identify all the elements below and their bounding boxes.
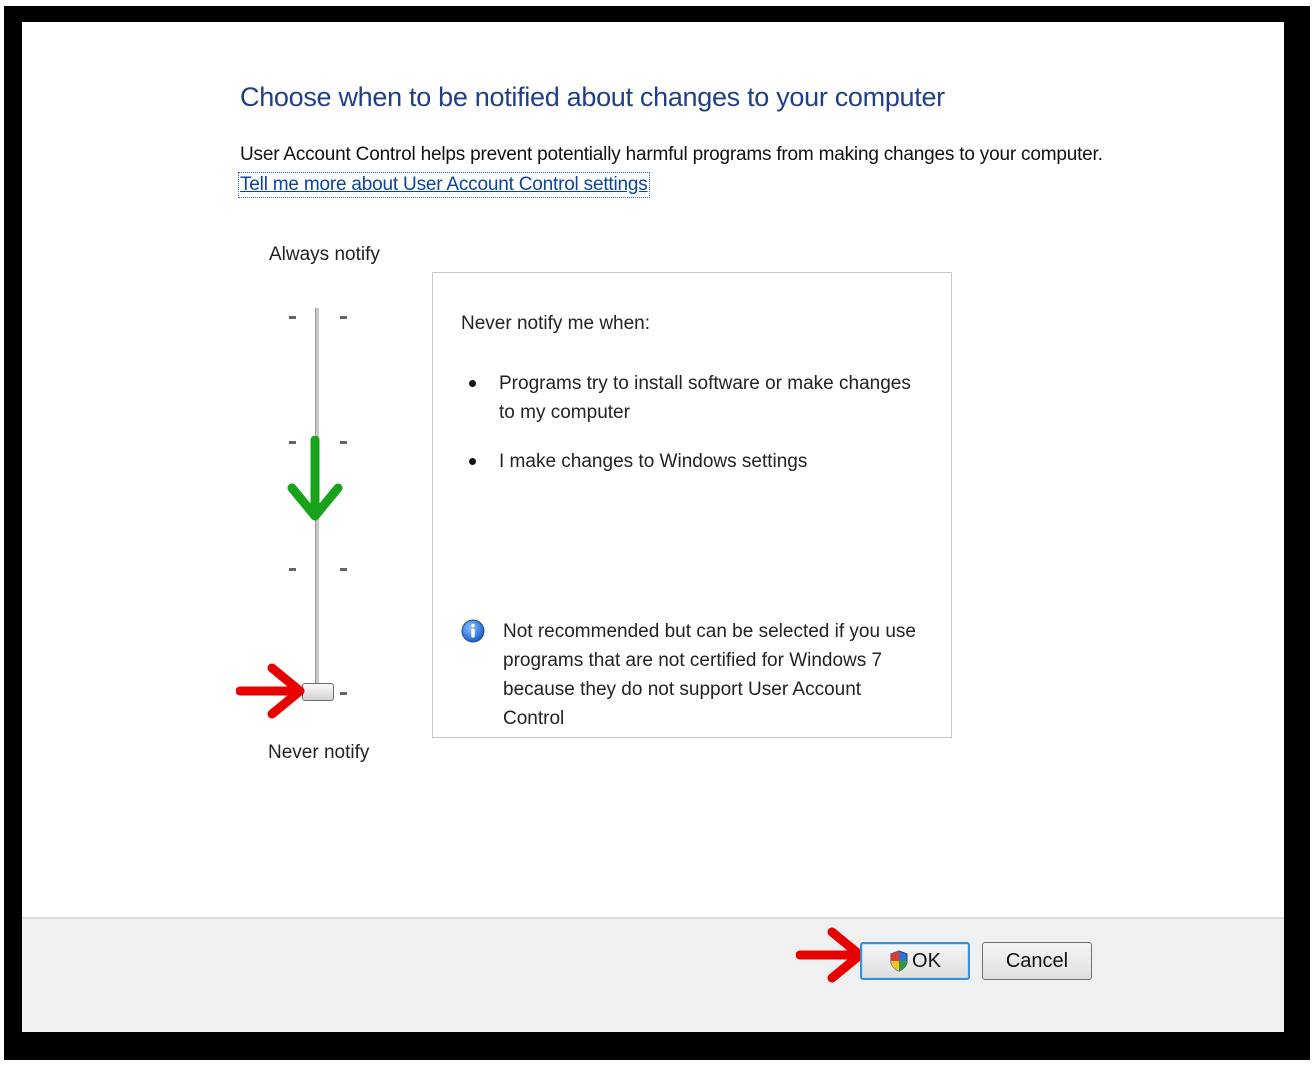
info-icon: [461, 619, 485, 643]
slider-top-label: Always notify: [269, 244, 380, 265]
panel-heading: Never notify me when:: [461, 313, 651, 334]
setting-description-panel: Never notify me when: Programs try to in…: [432, 272, 952, 738]
slider-tick: [289, 568, 296, 571]
warning-note: Not recommended but can be selected if y…: [503, 621, 916, 729]
cancel-button-label: Cancel: [1005, 949, 1069, 972]
red-right-arrow-icon: [796, 927, 865, 983]
slider-tick: [340, 316, 347, 319]
list-item-text: I make changes to Windows settings: [499, 451, 808, 472]
page-title: Choose when to be notified about changes…: [240, 82, 945, 112]
slider-thumb[interactable]: [302, 683, 334, 701]
slider-tick: [289, 316, 296, 319]
list-item: Programs try to install software or make…: [461, 369, 911, 429]
ok-button-label: OK: [912, 949, 941, 972]
bullet-icon: [469, 380, 476, 387]
bullet-icon: [469, 458, 476, 465]
slider-bottom-label: Never notify: [268, 742, 370, 763]
red-right-arrow-icon: [236, 663, 305, 719]
uac-settings-window: Choose when to be notified about changes…: [22, 22, 1284, 1032]
cancel-button[interactable]: Cancel: [982, 942, 1092, 980]
slider-tick: [340, 568, 347, 571]
page-description: User Account Control helps prevent poten…: [240, 144, 1103, 165]
list-item-text: Programs try to install software or make…: [499, 373, 911, 423]
dialog-footer: OK Cancel: [22, 920, 1284, 1032]
help-link[interactable]: Tell me more about User Account Control …: [238, 172, 650, 198]
shield-icon: [890, 950, 908, 972]
list-item: I make changes to Windows settings: [461, 447, 911, 477]
slider-tick: [340, 692, 347, 695]
green-down-arrow-icon: [287, 436, 343, 521]
ok-button[interactable]: OK: [860, 942, 970, 980]
